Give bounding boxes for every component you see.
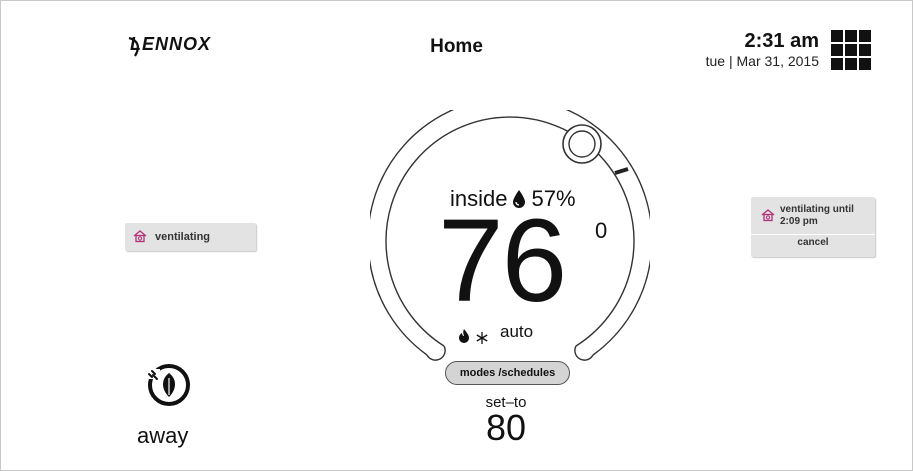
chip-divider (751, 234, 875, 235)
flame-icon (459, 329, 469, 343)
ventilating-until-label: ventilating until (780, 204, 854, 215)
grid-cell (859, 44, 871, 56)
grid-cell (831, 44, 843, 56)
mode-label: auto (500, 322, 534, 341)
ventilating-status-chip[interactable]: ventilating (125, 223, 256, 251)
setpoint-marker (614, 167, 629, 175)
house-icon (761, 209, 775, 222)
ventilating-label: ventilating (155, 231, 211, 243)
current-temperature: 76 (438, 195, 567, 327)
grid-cell (831, 58, 843, 70)
clock: 2:31 am tue | Mar 31, 2015 (706, 30, 819, 70)
degree-mark: 0 (595, 218, 608, 243)
ventilating-until-chip: ventilating until 2:09 pm cancel (751, 197, 875, 257)
modes-schedules-button[interactable]: modes /schedules (445, 361, 570, 385)
grid-menu-icon[interactable] (831, 30, 871, 70)
snowflake-icon (476, 332, 488, 344)
grid-cell (859, 58, 871, 70)
leaf-plug-icon[interactable] (147, 363, 191, 407)
away-label: away (137, 423, 189, 448)
ventilating-until-time: 2:09 pm (780, 216, 818, 227)
grid-cell (859, 30, 871, 42)
page-title: Home (430, 36, 483, 57)
grid-cell (831, 30, 843, 42)
grid-cell (845, 58, 857, 70)
grid-cell (845, 30, 857, 42)
system-mode-row: auto (458, 322, 533, 344)
clock-date: tue | Mar 31, 2015 (705, 53, 819, 69)
house-icon (133, 230, 147, 243)
brand-swoosh-icon (128, 36, 139, 57)
cancel-button[interactable]: cancel (751, 237, 875, 248)
clock-time: 2:31 am (744, 30, 820, 52)
dial-handle[interactable] (562, 124, 602, 164)
grid-cell (845, 44, 857, 56)
